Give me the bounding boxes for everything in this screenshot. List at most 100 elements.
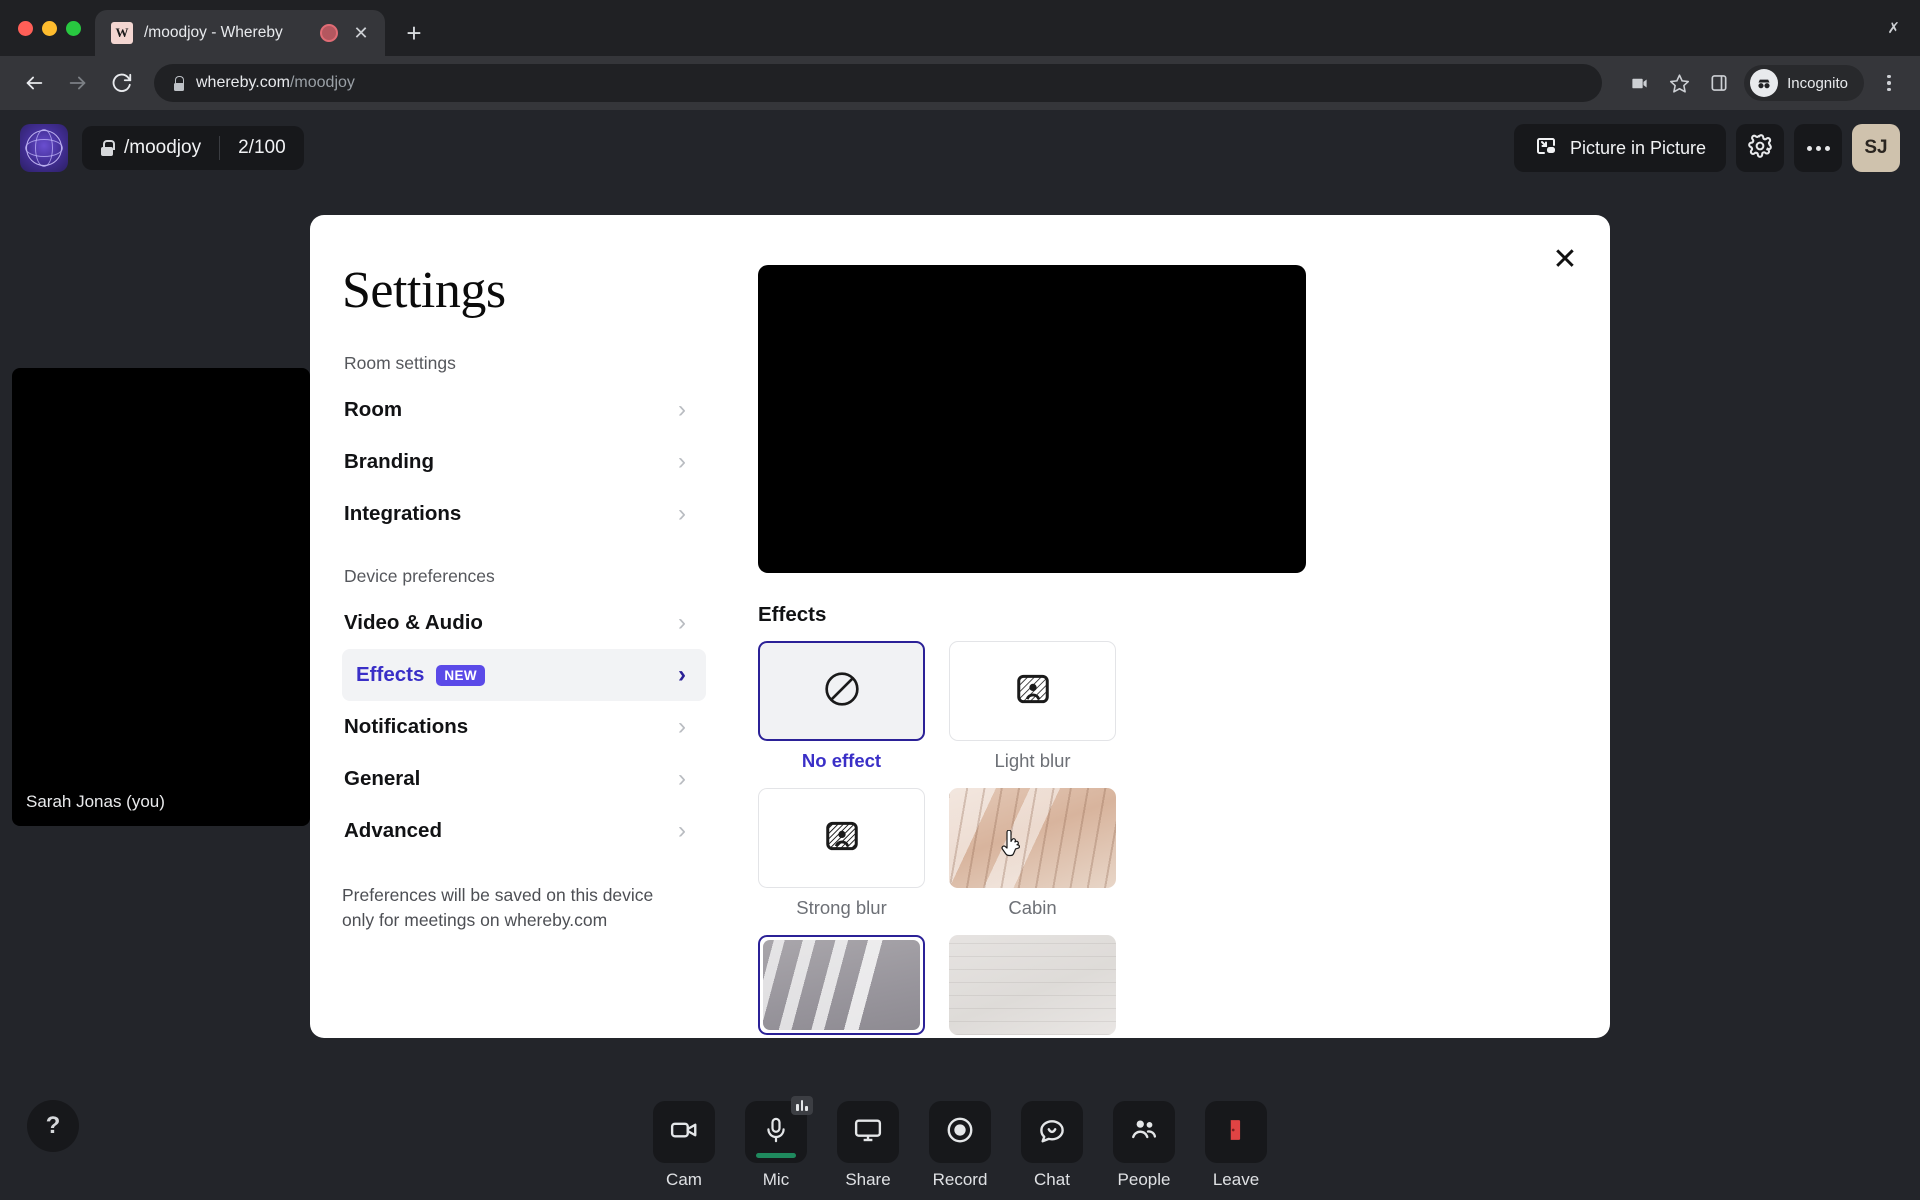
toolbar-label: Mic [762, 1170, 790, 1189]
mic-button[interactable] [745, 1096, 813, 1163]
avatar[interactable]: SJ [1852, 124, 1900, 172]
record-button[interactable] [929, 1101, 991, 1163]
leave-door-icon [1222, 1116, 1250, 1149]
participant-count-segment[interactable]: 2/100 [220, 126, 304, 170]
effect-option-brick[interactable]: Brick [949, 935, 1116, 1038]
plus-icon[interactable]: + [395, 14, 433, 52]
effect-thumb[interactable] [758, 788, 925, 888]
toolbar-item-people[interactable]: People [1101, 1101, 1187, 1190]
browser-tab-title: /moodjoy - Whereby [144, 24, 283, 41]
more-options-button[interactable] [1794, 124, 1842, 172]
effect-thumb[interactable] [758, 935, 925, 1035]
kebab-menu-icon[interactable] [1872, 64, 1906, 102]
address-bar[interactable]: whereby.com/moodjoy [154, 64, 1603, 102]
arrow-left-icon[interactable] [14, 63, 54, 103]
close-icon[interactable]: ✕ [349, 21, 373, 45]
chevron-right-icon: › [678, 713, 686, 740]
effect-option-concrete[interactable]: Concrete [758, 935, 925, 1038]
toolbar-item-leave[interactable]: Leave [1193, 1101, 1279, 1190]
toolbar-item-share[interactable]: Share [825, 1101, 911, 1190]
sidebar-item-branding[interactable]: Branding › [342, 436, 706, 488]
effect-thumb[interactable] [949, 788, 1116, 888]
cam-button[interactable] [653, 1101, 715, 1163]
sidebar-item-label: General [344, 767, 421, 790]
sidebar-item-video-audio[interactable]: Video & Audio › [342, 597, 706, 649]
sidebar-item-label: Advanced [344, 819, 442, 842]
arrow-right-icon[interactable] [58, 63, 98, 103]
effect-thumb[interactable] [949, 641, 1116, 741]
toolbar-item-chat[interactable]: Chat [1009, 1101, 1095, 1190]
microphone-icon [762, 1116, 790, 1149]
share-button[interactable] [837, 1101, 899, 1163]
sidebar-group-label-device: Device preferences [344, 566, 495, 586]
video-camera-icon [669, 1115, 699, 1150]
tabstrip-right-controls: ✗ [1887, 0, 1920, 56]
sidebar-item-general[interactable]: General › [342, 753, 706, 805]
tab-recording-indicator[interactable] [320, 24, 338, 42]
brick-background-thumb [949, 935, 1116, 1035]
toolbar-label: Record [932, 1170, 988, 1189]
settings-modal-body: Settings Room settings Room › Branding ›… [310, 215, 1610, 1038]
window-close-button[interactable] [18, 20, 33, 36]
effect-option-light-blur[interactable]: Light blur [949, 641, 1116, 772]
sidebar-item-label: Notifications [344, 715, 469, 738]
toolbar-item-record[interactable]: Record [917, 1101, 1003, 1190]
status-badge: NEW [436, 664, 486, 686]
toolbar-label: Leave [1212, 1170, 1260, 1189]
sidebar-item-notifications[interactable]: Notifications › [342, 701, 706, 753]
chevron-right-icon: › [678, 609, 686, 636]
page-title: Settings [342, 262, 506, 319]
chat-button[interactable] [1021, 1101, 1083, 1163]
effect-option-strong-blur[interactable]: Strong blur [758, 788, 925, 919]
sidebar-item-room[interactable]: Room › [342, 384, 706, 436]
picture-in-picture-label: Picture in Picture [1569, 137, 1706, 158]
star-icon[interactable] [1660, 64, 1698, 102]
reload-icon[interactable] [102, 63, 142, 103]
people-button[interactable] [1113, 1101, 1175, 1163]
effect-thumb[interactable] [758, 641, 925, 741]
window-minimize-button[interactable] [42, 20, 57, 36]
room-name: /moodjoy [124, 137, 202, 158]
browser-tab[interactable]: W /moodjoy - Whereby ✕ [95, 10, 385, 56]
room-name-segment[interactable]: /moodjoy [82, 126, 219, 170]
side-panel-icon[interactable] [1700, 64, 1738, 102]
video-camera-icon[interactable] [1620, 64, 1658, 102]
chevron-down-icon[interactable]: ✗ [1887, 19, 1900, 37]
effect-option-cabin[interactable]: Cabin [949, 788, 1116, 919]
picture-in-picture-icon [1534, 134, 1558, 163]
lock-icon [100, 140, 115, 156]
close-icon[interactable]: ✕ [1544, 239, 1586, 281]
strong-blur-icon [823, 817, 861, 860]
concrete-background-thumb [763, 940, 920, 1030]
sidebar-item-label: Room [344, 398, 403, 421]
effects-heading: Effects [758, 603, 827, 626]
effect-label: Cabin [1008, 897, 1057, 918]
sidebar-item-label: Branding [344, 450, 434, 473]
lock-icon [172, 75, 185, 91]
participant-video-tile[interactable]: Sarah Jonas (you) [12, 368, 310, 826]
leave-button[interactable] [1205, 1101, 1267, 1163]
effect-thumb[interactable] [949, 935, 1116, 1035]
effect-option-no-effect[interactable]: No effect [758, 641, 925, 772]
gear-icon [1747, 133, 1773, 164]
toolbar-item-cam[interactable]: Cam [641, 1101, 727, 1190]
chevron-right-icon: › [678, 817, 686, 844]
sidebar-group-label-room: Room settings [344, 353, 456, 373]
sidebar-item-advanced[interactable]: Advanced › [342, 805, 706, 857]
sidebar-item-effects[interactable]: Effects NEW › [342, 649, 706, 701]
url-path: /moodjoy [289, 74, 355, 91]
mic-level-indicator [756, 1153, 796, 1158]
screen-share-icon [853, 1115, 883, 1150]
whereby-app: /moodjoy 2/100 Picture in Picture SJ Sar… [0, 110, 1920, 1200]
settings-button[interactable] [1736, 124, 1784, 172]
sidebar-item-integrations[interactable]: Integrations › [342, 488, 706, 540]
picture-in-picture-button[interactable]: Picture in Picture [1513, 124, 1726, 172]
sidebar-item-label: Integrations [344, 502, 462, 525]
profile-button[interactable]: Incognito [1744, 65, 1864, 101]
chevron-right-icon: › [678, 765, 686, 792]
toolbar-item-mic[interactable]: Mic [733, 1096, 819, 1190]
preferences-note: Preferences will be saved on this device… [342, 885, 654, 930]
chevron-right-icon: › [678, 396, 686, 423]
window-maximize-button[interactable] [66, 20, 81, 36]
